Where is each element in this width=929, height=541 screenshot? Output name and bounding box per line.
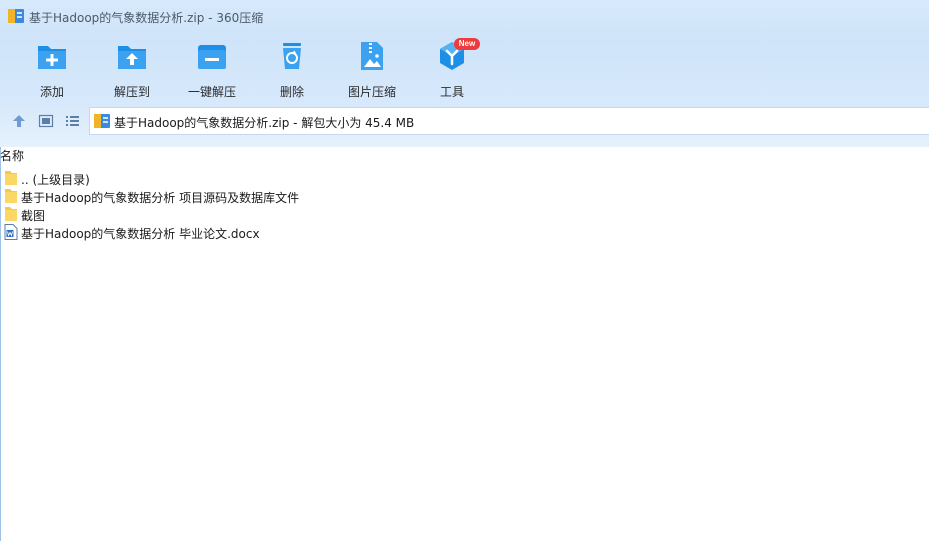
add-folder-icon (38, 46, 66, 69)
delete-label: 删除 (279, 85, 304, 99)
word-document-icon (4, 224, 18, 240)
add-button[interactable]: 添加 (12, 38, 92, 99)
image-compress-icon (361, 42, 383, 70)
list-item[interactable]: .. (上级目录) (0, 169, 929, 187)
image-compress-button[interactable]: 图片压缩 (332, 38, 412, 99)
path-bar[interactable]: 基于Hadoop的气象数据分析.zip - 解包大小为 45.4 MB (89, 107, 929, 135)
delete-button[interactable]: 删除 (252, 38, 332, 99)
file-name: 基于Hadoop的气象数据分析 毕业论文.docx (21, 227, 260, 241)
one-click-extract-label: 一键解压 (187, 85, 236, 99)
tools-label: 工具 (439, 85, 464, 99)
list-item[interactable]: 基于Hadoop的气象数据分析 项目源码及数据库文件 (0, 187, 929, 205)
image-compress-label: 图片压缩 (347, 85, 396, 99)
add-label: 添加 (39, 85, 64, 99)
navigation-bar: 基于Hadoop的气象数据分析.zip - 解包大小为 45.4 MB (0, 106, 929, 136)
delete-trash-icon (283, 43, 301, 69)
title-bar[interactable]: 基于Hadoop的气象数据分析.zip - 360压缩 (0, 0, 929, 32)
list-item[interactable]: 截图 (0, 205, 929, 223)
extract-to-button[interactable]: 解压到 (92, 38, 172, 99)
one-click-extract-button[interactable]: 一键解压 (172, 38, 252, 99)
zip-archive-icon (94, 114, 110, 128)
toolbar: 添加 解压到 一键解压 删除 图片压缩 New 工具 (0, 32, 929, 102)
folder-icon (5, 189, 17, 203)
one-click-extract-icon (198, 45, 226, 69)
folder-icon (5, 171, 17, 185)
zip-archive-icon (8, 9, 24, 23)
up-arrow-icon[interactable] (11, 113, 27, 129)
file-name: 基于Hadoop的气象数据分析 项目源码及数据库文件 (21, 191, 300, 205)
extract-to-icon (118, 46, 146, 69)
thumbnail-view-icon[interactable] (38, 113, 54, 129)
column-header-name[interactable]: 名称 (0, 147, 24, 164)
list-view-icon[interactable] (64, 113, 80, 129)
new-badge: New (454, 38, 480, 50)
path-text: 基于Hadoop的气象数据分析.zip - 解包大小为 45.4 MB (114, 116, 415, 130)
window-title: 基于Hadoop的气象数据分析.zip - 360压缩 (29, 11, 264, 25)
file-name: .. (上级目录) (21, 173, 90, 187)
folder-icon (5, 207, 17, 221)
file-name: 截图 (21, 209, 46, 223)
file-list: .. (上级目录) 基于Hadoop的气象数据分析 项目源码及数据库文件 截图 … (0, 169, 929, 241)
tools-button[interactable]: New 工具 (412, 38, 492, 99)
extract-to-label: 解压到 (113, 85, 150, 99)
list-item[interactable]: 基于Hadoop的气象数据分析 毕业论文.docx (0, 223, 929, 241)
